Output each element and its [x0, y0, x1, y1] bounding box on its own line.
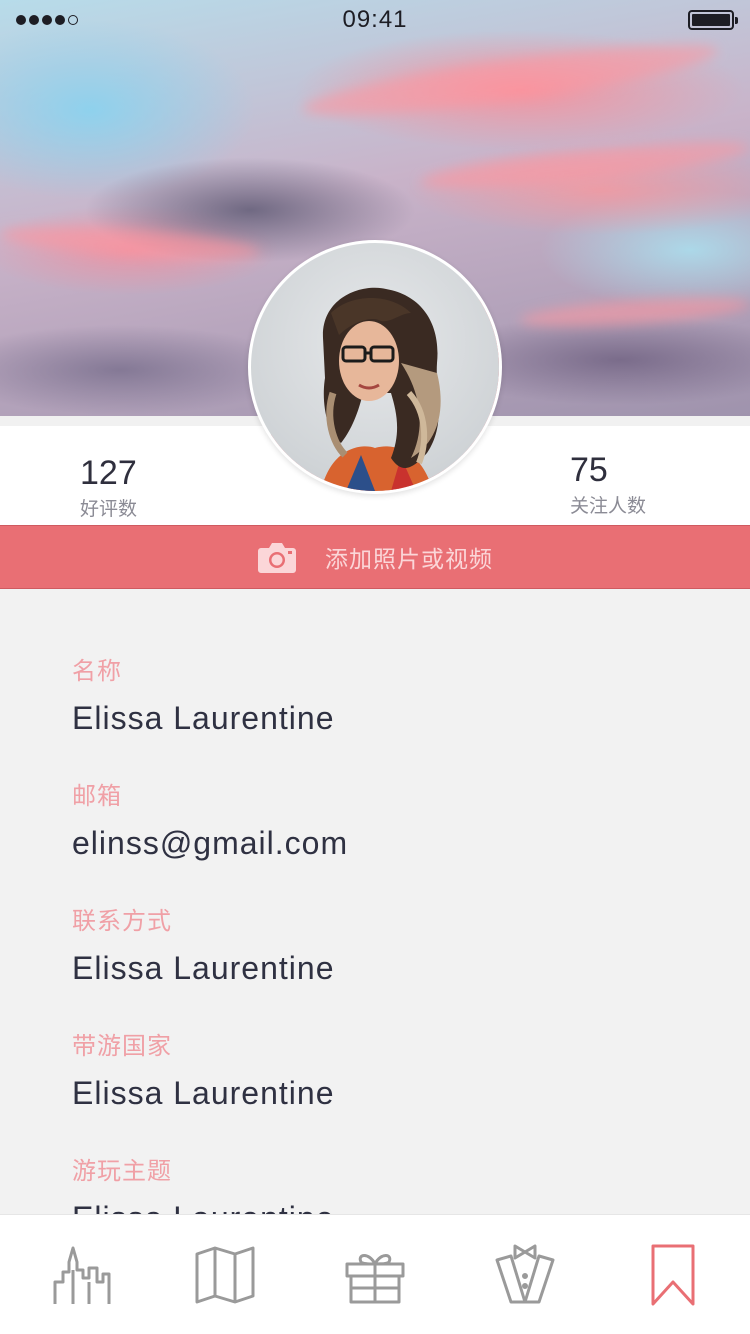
field-label: 游玩主题 — [72, 1158, 172, 1185]
avatar-photo — [251, 243, 499, 491]
field-contact[interactable]: 联系方式 Elissa Laurentine — [72, 908, 335, 986]
field-value: Elissa Laurentine — [72, 1075, 335, 1111]
stat-label: 好评数 — [80, 499, 138, 520]
tuxedo-icon — [495, 1244, 555, 1304]
add-media-label: 添加照片或视频 — [325, 546, 493, 572]
battery-icon — [688, 10, 738, 30]
field-value: elinss@gmail.com — [72, 825, 349, 861]
stat-value: 127 — [80, 454, 137, 492]
field-guide-countries[interactable]: 带游国家 Elissa Laurentine — [72, 1033, 335, 1111]
tab-bookmark[interactable] — [638, 1239, 708, 1309]
field-label: 名称 — [72, 658, 122, 685]
tab-service[interactable] — [490, 1239, 560, 1309]
tab-gift[interactable] — [340, 1239, 410, 1309]
camera-icon — [258, 543, 296, 573]
add-media-button[interactable]: 添加照片或视频 — [0, 525, 750, 589]
avatar[interactable] — [248, 240, 502, 494]
field-value: Elissa Laurentine — [72, 1202, 334, 1214]
field-label: 带游国家 — [72, 1033, 172, 1060]
status-bar: 09:41 — [0, 0, 750, 40]
tab-map[interactable] — [190, 1239, 260, 1309]
field-name[interactable]: 名称 Elissa Laurentine — [72, 658, 335, 736]
city-icon — [53, 1246, 111, 1304]
field-label: 联系方式 — [72, 908, 172, 935]
field-email[interactable]: 邮箱 elinss@gmail.com — [72, 783, 349, 861]
stat-label: 关注人数 — [570, 496, 647, 517]
profile-info-list: 名称 Elissa Laurentine 邮箱 elinss@gmail.com… — [0, 589, 750, 1215]
status-time: 09:41 — [342, 6, 408, 33]
gift-icon — [345, 1254, 405, 1304]
field-value: Elissa Laurentine — [72, 950, 335, 986]
stat-followers[interactable]: 75 关注人数 — [570, 453, 646, 516]
tab-city[interactable] — [46, 1239, 116, 1309]
field-value: Elissa Laurentine — [72, 700, 335, 736]
field-travel-theme[interactable]: 游玩主题 Elissa Laurentine — [72, 1158, 334, 1215]
bookmark-icon — [651, 1244, 695, 1306]
field-label: 邮箱 — [72, 783, 122, 810]
stat-good-reviews[interactable]: 127 好评数 — [80, 456, 137, 519]
tab-bar — [0, 1214, 750, 1334]
map-icon — [195, 1246, 255, 1304]
stat-value: 75 — [570, 451, 608, 489]
